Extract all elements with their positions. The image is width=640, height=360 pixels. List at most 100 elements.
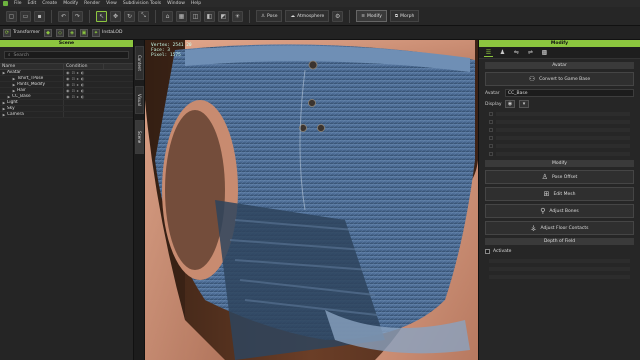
shadow-icon[interactable]: ◐ <box>81 70 85 75</box>
select-arrow-icon[interactable]: ↖ <box>96 10 107 22</box>
eye-icon[interactable]: ◉ <box>505 100 515 108</box>
lock-icon[interactable]: ⊡ <box>72 88 75 93</box>
shadow-icon[interactable]: ◐ <box>81 88 85 93</box>
atmosphere-button[interactable]: ☁ Atmosphere <box>285 10 330 22</box>
menu-edit[interactable]: Edit <box>28 1 37 6</box>
menu-modify[interactable]: Modify <box>63 1 78 6</box>
edit-mesh-label: Edit Mesh <box>553 191 576 197</box>
modify-icon: ≡ <box>361 13 365 19</box>
expand-arrow-icon[interactable]: ▶ <box>7 95 11 99</box>
render-icon[interactable]: ▸ <box>77 82 79 87</box>
undo-icon[interactable]: ↶ <box>58 10 69 22</box>
menu-file[interactable]: File <box>14 1 22 6</box>
leg-opening-shadow <box>165 110 225 270</box>
scene-tree-item: ▶ Avatar <box>0 70 64 75</box>
tab-visual-label: Visual <box>137 94 142 106</box>
eye-icon[interactable]: ◉ <box>66 88 70 93</box>
tab-visual[interactable]: Visual <box>135 86 144 114</box>
expand-arrow-icon[interactable]: ▶ <box>12 89 16 93</box>
modify-button[interactable]: ≡ Modify <box>356 10 387 22</box>
activate-checkbox[interactable] <box>485 249 490 254</box>
column-header-condition[interactable]: Condition <box>64 64 104 69</box>
checker-tab-icon[interactable]: ▩ <box>540 48 549 57</box>
expand-arrow-icon[interactable]: ▶ <box>2 107 6 111</box>
adjust-bones-button[interactable]: ⚲ Adjust Bones <box>485 204 634 218</box>
menu-help[interactable]: Help <box>191 1 201 6</box>
expand-arrow-icon[interactable]: ▶ <box>2 101 6 105</box>
render-icon[interactable]: ◧ <box>204 10 215 22</box>
expand-arrow-icon[interactable]: ▶ <box>12 77 16 81</box>
lock-icon[interactable]: ⊡ <box>72 76 75 81</box>
expand-arrow-icon[interactable]: ▶ <box>2 113 6 117</box>
eye-icon[interactable]: ◉ <box>66 82 70 87</box>
tab-scene[interactable]: Scene <box>135 120 144 154</box>
plugin-icon[interactable]: ▣ <box>80 28 89 37</box>
dropdown-arrow-icon[interactable]: ▾ <box>519 100 529 108</box>
motion-tab-icon[interactable]: ♟ <box>498 48 507 57</box>
lighting-icon[interactable]: ◩ <box>218 10 229 22</box>
shadow-icon[interactable]: ◐ <box>81 76 85 81</box>
scene-tree-row[interactable]: ▶ Camera <box>0 112 133 118</box>
sun-icon[interactable]: ☀ <box>232 10 243 22</box>
plugin-icon[interactable]: ◈ <box>68 28 77 37</box>
tab-scene-label: Scene <box>137 130 142 144</box>
lock-icon[interactable]: ⊡ <box>72 82 75 87</box>
open-folder-icon[interactable]: ▭ <box>20 10 31 22</box>
move-icon[interactable]: ✥ <box>110 10 121 22</box>
3d-viewport[interactable]: Vertex: 2541 20 Face: 3 Pixel: 1575 <box>145 40 478 360</box>
lock-icon[interactable]: ⊡ <box>72 70 75 75</box>
pose-button[interactable]: ♙ Pose <box>256 10 283 22</box>
camera-icon[interactable]: ◫ <box>190 10 201 22</box>
shadow-icon[interactable]: ◐ <box>81 82 85 87</box>
transformer-button[interactable]: ⟳ Transformer <box>3 28 40 37</box>
edit-mesh-button[interactable]: ⊞ Edit Mesh <box>485 187 634 201</box>
expand-arrow-icon[interactable]: ▶ <box>2 71 6 75</box>
settings-icon[interactable]: ⚙ <box>332 10 344 22</box>
column-header-name[interactable]: Name <box>0 64 64 69</box>
tab-content[interactable]: Content <box>135 46 144 80</box>
modify-section-header[interactable]: Modify <box>485 160 634 167</box>
depth-of-field-section-header[interactable]: Depth of Field <box>485 238 634 245</box>
rotate-icon[interactable]: ↻ <box>124 10 135 22</box>
menu-view[interactable]: View <box>106 1 117 6</box>
floor-contacts-icon: ⚶ <box>530 224 537 232</box>
pose-offset-button[interactable]: ♙ Pose Offset <box>485 170 634 184</box>
render-icon[interactable]: ▸ <box>77 94 79 99</box>
redo-icon[interactable]: ↷ <box>72 10 83 22</box>
scene-search-input[interactable]: ⌕ Search <box>4 51 129 59</box>
adjust-floor-contacts-button[interactable]: ⚶ Adjust Floor Contacts <box>485 221 634 235</box>
save-icon[interactable]: ▪ <box>34 10 45 22</box>
menu-subdivision-tools[interactable]: Subdivision Tools <box>123 1 161 6</box>
new-project-icon[interactable]: ▢ <box>6 10 17 22</box>
shadow-icon[interactable]: ◐ <box>81 94 85 99</box>
render-icon[interactable]: ▸ <box>77 88 79 93</box>
render-icon[interactable]: ▸ <box>77 70 79 75</box>
eye-icon[interactable]: ◉ <box>66 94 70 99</box>
home-icon[interactable]: ⌂ <box>162 10 173 22</box>
plugin-icon[interactable]: ◇ <box>56 28 65 37</box>
avatar-name-field[interactable]: CC_Base <box>505 89 634 97</box>
avatar-section-header[interactable]: Avatar <box>485 62 634 69</box>
expand-arrow-icon[interactable]: ▶ <box>12 83 16 87</box>
plugin-icon[interactable]: ◆ <box>44 28 53 37</box>
instalod-button[interactable]: ✦ InstaLOD <box>92 28 122 37</box>
activate-row[interactable]: Activate <box>485 248 634 255</box>
convert-game-base-button[interactable]: ⚇ Convert to Game Base <box>485 72 634 86</box>
menu-create[interactable]: Create <box>42 1 57 6</box>
morph-tab-icon[interactable]: ⇋ <box>512 48 521 57</box>
morph-button[interactable]: ⧉ Morph <box>389 10 420 22</box>
eye-icon[interactable]: ◉ <box>66 70 70 75</box>
eye-icon[interactable]: ◉ <box>66 76 70 81</box>
grid-icon[interactable]: ▦ <box>176 10 187 22</box>
scale-icon[interactable]: ⤡ <box>138 10 149 22</box>
menu-render[interactable]: Render <box>84 1 100 6</box>
material-tab-icon[interactable]: ⇌ <box>526 48 535 57</box>
pose-icon: ♙ <box>261 13 266 19</box>
menu-window[interactable]: Window <box>167 1 185 6</box>
lock-icon[interactable]: ⊡ <box>72 94 75 99</box>
instalod-icon: ✦ <box>92 28 101 37</box>
disabled-option <box>489 274 630 280</box>
attributes-tab-icon[interactable]: ☰ <box>484 48 493 57</box>
convert-icon: ⚇ <box>528 75 536 83</box>
render-icon[interactable]: ▸ <box>77 76 79 81</box>
